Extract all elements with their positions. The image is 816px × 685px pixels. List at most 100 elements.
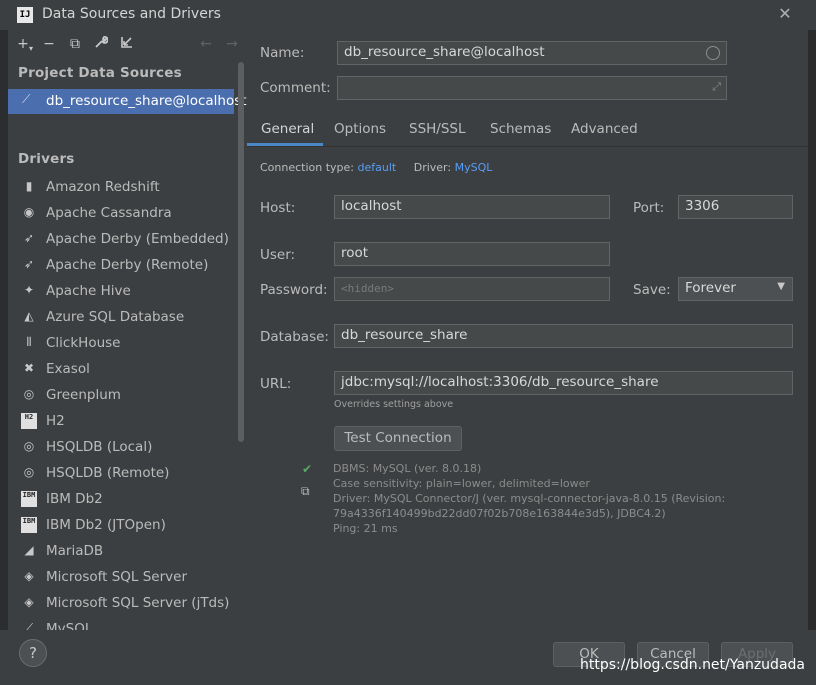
info-dbms: DBMS: MySQL (ver. 8.0.18) — [333, 462, 482, 475]
driver-label: HSQLDB (Local) — [46, 439, 153, 455]
driver-item[interactable]: ▮ Amazon Redshift — [8, 174, 234, 200]
password-field[interactable]: <hidden> — [334, 277, 610, 301]
driver-item[interactable]: ◎ Greenplum — [8, 382, 234, 408]
name-label: Name: — [260, 45, 305, 61]
url-note: Overrides settings above — [334, 399, 454, 410]
watermark-text: https://blog.csdn.net/Yanzudada — [580, 657, 805, 673]
driver-label: Microsoft SQL Server (jTds) — [46, 595, 230, 611]
driver-label: HSQLDB (Remote) — [46, 465, 170, 481]
expand-icon[interactable]: ⤢ — [712, 80, 721, 94]
tab-general[interactable]: General — [261, 121, 314, 137]
port-field[interactable]: 3306 — [678, 195, 793, 219]
clickhouse-icon: ⦀ — [26, 335, 32, 349]
derby-icon: ➶ — [23, 257, 35, 271]
color-circle-icon[interactable] — [706, 46, 720, 60]
right-panel: Name: db_resource_share@localhost Commen… — [247, 30, 808, 630]
background-window-strip — [808, 30, 816, 630]
driver-item[interactable]: ⦀ ClickHouse — [8, 330, 234, 356]
comment-label: Comment: — [260, 80, 331, 96]
tab-ssh-ssl[interactable]: SSH/SSL — [409, 121, 466, 137]
title-bar: IJ Data Sources and Drivers ✕ — [0, 0, 816, 30]
driver-label: H2 — [46, 413, 65, 429]
driver-label: MariaDB — [46, 543, 104, 559]
cassandra-icon: ◉ — [23, 205, 35, 219]
driver-item[interactable]: ◈ Microsoft SQL Server — [8, 564, 234, 590]
back-arrow-icon[interactable]: ← — [197, 35, 215, 53]
azure-icon: ◭ — [24, 309, 34, 323]
tab-options[interactable]: Options — [334, 121, 386, 137]
user-field[interactable]: root — [334, 242, 610, 266]
password-label: Password: — [260, 282, 328, 298]
driver-item[interactable]: ✦ Apache Hive — [8, 278, 234, 304]
driver-item[interactable]: ➶ Apache Derby (Embedded) — [8, 226, 234, 252]
wrench-icon[interactable] — [92, 35, 110, 53]
save-select-value: Forever — [685, 280, 736, 296]
driver-label: MySQL — [46, 621, 93, 630]
database-label: Database: — [260, 329, 329, 345]
host-field[interactable]: localhost — [334, 195, 610, 219]
hsqldb-icon: ◎ — [23, 465, 35, 479]
comment-field[interactable]: ⤢ — [337, 76, 727, 100]
hsqldb-icon: ◎ — [23, 439, 35, 453]
driver-item[interactable]: ◈ Microsoft SQL Server (jTds) — [8, 590, 234, 616]
mysql-dolphin-icon: ⟋ — [22, 92, 31, 106]
driver-label: Microsoft SQL Server — [46, 569, 188, 585]
driver-label: Exasol — [46, 361, 90, 377]
name-value: db_resource_share@localhost — [344, 44, 545, 60]
chevron-down-icon: ▼ — [777, 281, 785, 292]
hive-icon: ✦ — [23, 283, 35, 297]
driver-item[interactable]: ⟋ MySQL — [8, 616, 234, 630]
close-button[interactable]: ✕ — [776, 4, 794, 24]
greenplum-icon: ◎ — [23, 387, 35, 401]
mariadb-icon: ◢ — [24, 543, 34, 557]
driver-item[interactable]: ◎ HSQLDB (Local) — [8, 434, 234, 460]
driver-item[interactable]: IBM IBM Db2 (JTOpen) — [8, 512, 234, 538]
h2-icon: H2 — [21, 413, 37, 429]
test-connection-button[interactable]: Test Connection — [334, 426, 462, 451]
driver-label: Driver: — [413, 161, 452, 174]
user-label: User: — [260, 247, 296, 263]
connection-type-label: Connection type: — [260, 161, 355, 174]
database-field[interactable]: db_resource_share — [334, 324, 793, 348]
driver-item[interactable]: ➶ Apache Derby (Remote) — [8, 252, 234, 278]
save-select[interactable]: Forever ▼ — [678, 277, 793, 301]
ibm-db2-icon: IBM — [21, 491, 37, 507]
tab-advanced[interactable]: Advanced — [571, 121, 638, 137]
forward-arrow-icon[interactable]: → — [223, 35, 241, 53]
connection-type-row: Connection type: default Driver: MySQL — [260, 161, 492, 174]
save-label: Save: — [633, 282, 671, 298]
info-revision: 79a4336f140499bd22dd07f02b708e163844e3d5… — [333, 507, 666, 520]
driver-label: ClickHouse — [46, 335, 121, 351]
toolbar: + ▾ − ⧉ ← → — [8, 30, 247, 60]
dropdown-caret-icon[interactable]: ▾ — [22, 40, 40, 58]
driver-label: Apache Derby (Embedded) — [46, 231, 229, 247]
driver-label: Azure SQL Database — [46, 309, 185, 325]
driver-link[interactable]: MySQL — [455, 161, 493, 174]
driver-item[interactable]: ◭ Azure SQL Database — [8, 304, 234, 330]
help-button[interactable]: ? — [19, 639, 47, 667]
tab-schemas[interactable]: Schemas — [490, 121, 551, 137]
info-ping: Ping: 21 ms — [333, 522, 398, 535]
data-source-item[interactable]: ⟋ db_resource_share@localhost — [8, 89, 247, 114]
port-label: Port: — [633, 200, 665, 216]
driver-item[interactable]: ◢ MariaDB — [8, 538, 234, 564]
driver-item[interactable]: H2 H2 — [8, 408, 234, 434]
driver-item[interactable]: ◉ Apache Cassandra — [8, 200, 234, 226]
url-field[interactable]: jdbc:mysql://localhost:3306/db_resource_… — [334, 371, 793, 395]
left-panel: + ▾ − ⧉ ← → Project Data Sources ⟋ db_re… — [8, 30, 247, 630]
derby-icon: ➶ — [23, 231, 35, 245]
remove-icon[interactable]: − — [40, 35, 58, 53]
tab-divider — [247, 146, 808, 147]
duplicate-icon[interactable]: ⧉ — [66, 35, 84, 53]
connection-type-link[interactable]: default — [358, 161, 397, 174]
driver-item[interactable]: IBM IBM Db2 — [8, 486, 234, 512]
driver-label: Apache Derby (Remote) — [46, 257, 209, 273]
redshift-icon: ▮ — [25, 179, 33, 193]
copy-icon[interactable]: ⧉ — [301, 484, 310, 499]
mysql-icon: ⟋ — [24, 621, 34, 630]
name-field[interactable]: db_resource_share@localhost — [337, 41, 727, 65]
import-icon[interactable] — [118, 35, 136, 53]
driver-item[interactable]: ◎ HSQLDB (Remote) — [8, 460, 234, 486]
scrollbar[interactable] — [238, 62, 244, 442]
driver-item[interactable]: ✖ Exasol — [8, 356, 234, 382]
